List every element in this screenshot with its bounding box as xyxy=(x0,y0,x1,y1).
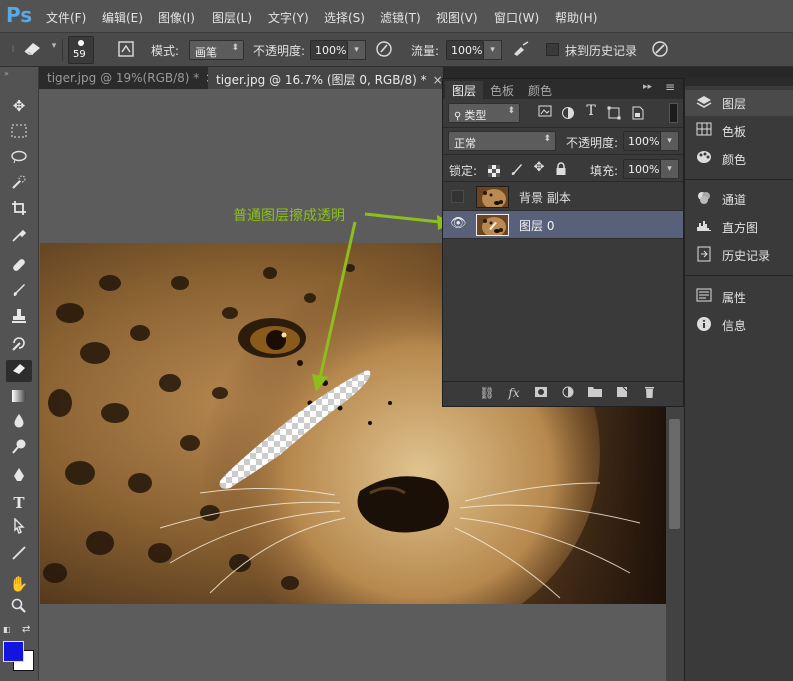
lock-pixels-icon[interactable] xyxy=(509,161,525,177)
lock-row: 锁定: ✥ 填充: 100% ▾ xyxy=(443,154,683,182)
filter-smart-object-icon[interactable] xyxy=(629,105,645,121)
history-icon xyxy=(695,246,713,264)
tab-swatches[interactable]: 色板 xyxy=(483,81,521,99)
filter-pixel-icon[interactable] xyxy=(537,105,553,121)
dock-label: 直方图 xyxy=(722,221,759,235)
tab-layers[interactable]: 图层 xyxy=(445,81,484,99)
fx-icon[interactable]: fx xyxy=(506,386,522,400)
filter-type-icon[interactable]: T xyxy=(583,103,599,121)
color-icon xyxy=(695,150,713,168)
dock-label: 图层 xyxy=(722,97,747,111)
dock-item-histogram[interactable]: 直方图 xyxy=(685,214,793,240)
layers-panel: 图层 色板 颜色 ▸▸ ≡ ⚲ 类型 ⬍ T 正常 ⬍ 不透明度: 100% ▾ 锁定… xyxy=(442,78,684,407)
fill-field[interactable]: 100% xyxy=(623,159,661,179)
updown-icon: ⬍ xyxy=(543,134,551,144)
visibility-toggle-off[interactable] xyxy=(451,190,464,203)
panel-menu-icon[interactable]: ≡ xyxy=(665,80,675,94)
fill-arrow[interactable]: ▾ xyxy=(661,159,679,179)
trash-icon[interactable] xyxy=(641,386,657,401)
adjustment-icon[interactable] xyxy=(560,386,576,401)
dock-header xyxy=(685,78,793,86)
panel-dock: 图层 色板 颜色 通道 直方图 历史记录 属性 信息 xyxy=(684,78,793,681)
dock-item-swatches[interactable]: 色板 xyxy=(685,118,793,144)
tab-color[interactable]: 颜色 xyxy=(521,81,559,99)
layer-row-layer-0[interactable]: 👁 图层 0 xyxy=(443,211,683,239)
fill-label: 填充: xyxy=(590,164,619,178)
filter-kind-value: 类型 xyxy=(464,109,487,122)
layer-name: 图层 0 xyxy=(519,219,555,233)
folder-icon[interactable] xyxy=(587,386,603,400)
layer-opacity-label: 不透明度: xyxy=(566,136,619,150)
dock-label: 历史记录 xyxy=(722,249,771,263)
panel-tabs: 图层 色板 颜色 ▸▸ ≡ xyxy=(443,79,683,99)
lock-transparent-icon[interactable] xyxy=(487,162,501,177)
swatches-icon xyxy=(695,122,713,140)
dock-label: 通道 xyxy=(722,193,747,207)
dock-item-layers[interactable]: 图层 xyxy=(685,90,793,116)
blend-mode-select[interactable]: 正常 ⬍ xyxy=(448,131,556,151)
divider xyxy=(685,179,793,180)
channels-icon xyxy=(695,190,713,208)
dock-label: 属性 xyxy=(722,291,747,305)
layer-opacity-field[interactable]: 100% xyxy=(623,131,661,151)
photoshop-window: Ps 文件(F) 编辑(E) 图像(I) 图层(L) 文字(Y) 选择(S) 滤… xyxy=(0,0,793,681)
link-icon[interactable]: ⛓ xyxy=(479,386,495,400)
layers-panel-footer: ⛓ fx xyxy=(443,381,683,406)
layers-list: 背景 副本 👁 图层 0 xyxy=(443,183,683,381)
collapse-icon[interactable]: ▸▸ xyxy=(643,82,652,92)
info-icon xyxy=(695,316,713,334)
dock-item-properties[interactable]: 属性 xyxy=(685,284,793,310)
layer-thumbnail xyxy=(476,186,509,208)
lock-all-icon[interactable] xyxy=(554,161,568,177)
layer-name: 背景 副本 xyxy=(519,191,571,205)
filter-adjustment-icon[interactable] xyxy=(560,105,576,121)
dock-label: 信息 xyxy=(722,319,747,333)
filter-shape-icon[interactable] xyxy=(606,105,622,121)
mask-icon[interactable] xyxy=(533,386,549,400)
lock-position-icon[interactable]: ✥ xyxy=(531,160,547,176)
divider xyxy=(685,275,793,276)
layer-row-background-copy[interactable]: 背景 副本 xyxy=(443,183,683,211)
eye-icon[interactable]: 👁 xyxy=(450,217,467,231)
lock-label: 锁定: xyxy=(449,164,478,178)
layers-icon xyxy=(695,94,713,112)
dock-label: 颜色 xyxy=(722,153,747,167)
properties-icon xyxy=(695,288,713,306)
blend-mode-value: 正常 xyxy=(454,137,476,150)
search-icon: ⚲ xyxy=(454,111,462,122)
dock-item-color[interactable]: 颜色 xyxy=(685,146,793,172)
dock-item-channels[interactable]: 通道 xyxy=(685,186,793,212)
blend-row: 正常 ⬍ 不透明度: 100% ▾ xyxy=(443,127,683,153)
dock-label: 色板 xyxy=(722,125,747,139)
filter-kind-select[interactable]: ⚲ 类型 ⬍ xyxy=(448,103,520,123)
new-layer-icon[interactable] xyxy=(614,386,630,401)
dock-item-info[interactable]: 信息 xyxy=(685,312,793,338)
updown-icon: ⬍ xyxy=(507,106,515,116)
dock-item-history[interactable]: 历史记录 xyxy=(685,242,793,268)
filter-toggle[interactable] xyxy=(669,103,678,123)
layer-thumbnail xyxy=(476,214,509,236)
layer-opacity-arrow[interactable]: ▾ xyxy=(661,131,679,151)
histogram-icon xyxy=(695,218,713,236)
